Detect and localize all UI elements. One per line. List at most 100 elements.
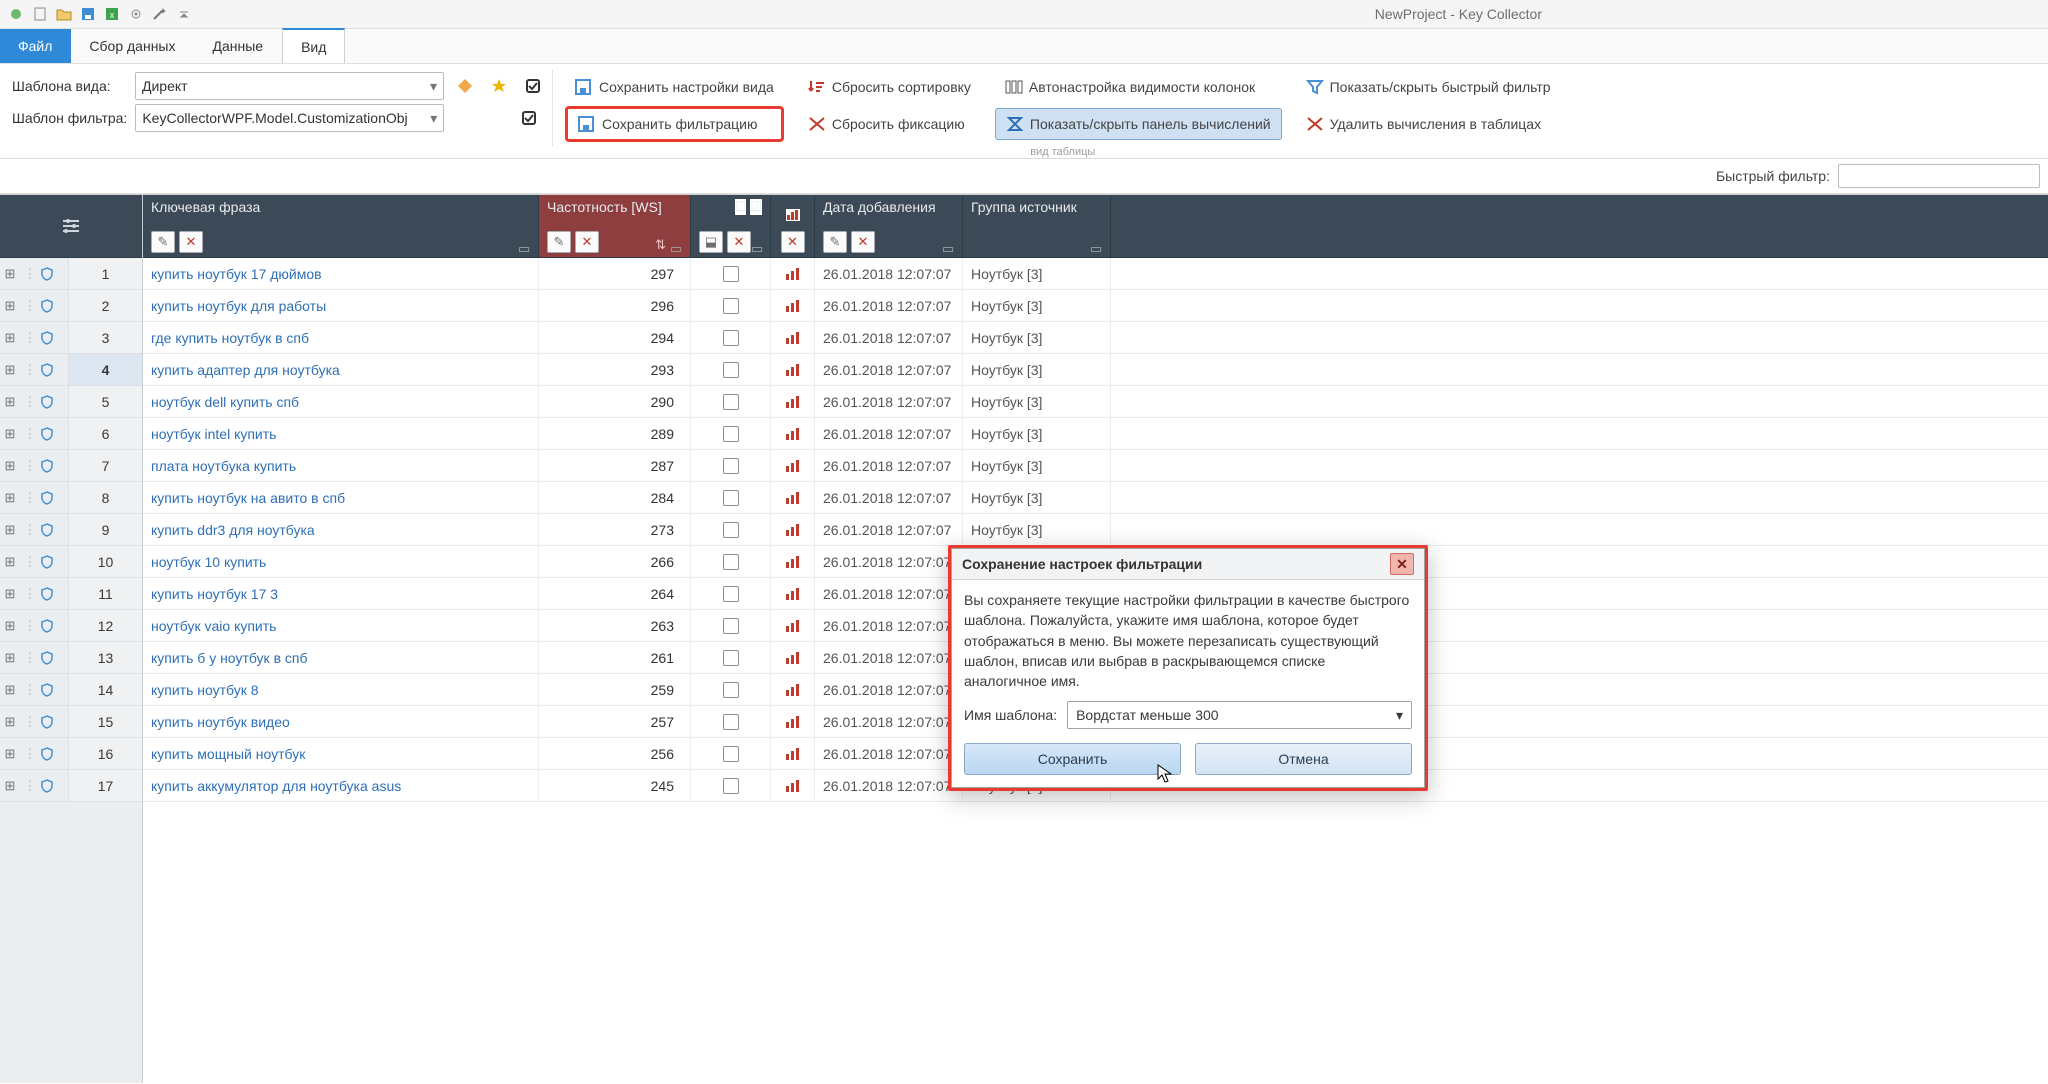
table-row[interactable]: купить ddr3 для ноутбука27326.01.2018 12… bbox=[143, 514, 2048, 546]
cell-check[interactable] bbox=[691, 482, 771, 513]
gutter-row[interactable]: ⊞⋮14 bbox=[0, 674, 142, 706]
expand-icon[interactable]: ⊞ bbox=[0, 714, 20, 730]
cell-phrase[interactable]: купить б у ноутбук в спб bbox=[143, 642, 539, 673]
reset-sort-button[interactable]: Сбросить сортировку bbox=[798, 72, 981, 102]
star-icon[interactable] bbox=[486, 73, 512, 99]
drag-handle-icon[interactable]: ⋮ bbox=[20, 298, 40, 314]
col-tool-icon[interactable]: ⬓ bbox=[699, 231, 723, 253]
check-save-icon[interactable] bbox=[520, 73, 546, 99]
drag-handle-icon[interactable]: ⋮ bbox=[20, 746, 40, 762]
expand-icon[interactable]: ⊞ bbox=[0, 618, 20, 634]
toggle-calc-panel-button[interactable]: Показать/скрыть панель вычислений bbox=[995, 108, 1282, 140]
col-menu-icon[interactable]: ▭ bbox=[942, 241, 954, 253]
gutter-row[interactable]: ⊞⋮16 bbox=[0, 738, 142, 770]
sort-asc-icon[interactable]: ⇅ bbox=[655, 237, 666, 253]
gutter-row[interactable]: ⊞⋮8 bbox=[0, 482, 142, 514]
gutter-row[interactable]: ⊞⋮13 bbox=[0, 642, 142, 674]
view-template-combo[interactable]: Директ ▾ bbox=[135, 72, 444, 100]
reset-fixation-button[interactable]: Сбросить фиксацию bbox=[798, 109, 981, 139]
cell-check[interactable] bbox=[691, 418, 771, 449]
row-checkbox[interactable] bbox=[723, 746, 739, 762]
cell-check[interactable] bbox=[691, 738, 771, 769]
settings-icon[interactable] bbox=[126, 4, 146, 24]
excel-icon[interactable]: x bbox=[102, 4, 122, 24]
cell-phrase[interactable]: плата ноутбука купить bbox=[143, 450, 539, 481]
gutter-row[interactable]: ⊞⋮4 bbox=[0, 354, 142, 386]
col-clear-icon[interactable]: ✕ bbox=[851, 231, 875, 253]
save-view-settings-button[interactable]: Сохранить настройки вида bbox=[565, 72, 784, 102]
save-filtration-button[interactable]: Сохранить фильтрацию bbox=[565, 106, 784, 142]
cell-chart[interactable] bbox=[771, 770, 815, 801]
expand-icon[interactable]: ⊞ bbox=[0, 394, 20, 410]
table-row[interactable]: плата ноутбука купить28726.01.2018 12:07… bbox=[143, 450, 2048, 482]
col-clear-icon[interactable]: ✕ bbox=[179, 231, 203, 253]
cell-chart[interactable] bbox=[771, 738, 815, 769]
table-row[interactable]: купить ноутбук на авито в спб28426.01.20… bbox=[143, 482, 2048, 514]
gutter-row[interactable]: ⊞⋮2 bbox=[0, 290, 142, 322]
expand-icon[interactable]: ⊞ bbox=[0, 650, 20, 666]
expand-icon[interactable]: ⊞ bbox=[0, 586, 20, 602]
drag-handle-icon[interactable]: ⋮ bbox=[20, 266, 40, 282]
menu-data[interactable]: Данные bbox=[195, 29, 283, 63]
drag-handle-icon[interactable]: ⋮ bbox=[20, 458, 40, 474]
new-doc-icon[interactable] bbox=[30, 4, 50, 24]
diamond-orange-icon[interactable] bbox=[452, 73, 478, 99]
cell-check[interactable] bbox=[691, 354, 771, 385]
expand-icon[interactable]: ⊞ bbox=[0, 330, 20, 346]
col-check-tool-icon[interactable]: ☐ bbox=[735, 199, 747, 215]
cell-check[interactable] bbox=[691, 322, 771, 353]
row-checkbox[interactable] bbox=[723, 554, 739, 570]
cell-chart[interactable] bbox=[771, 578, 815, 609]
expand-icon[interactable]: ⊞ bbox=[0, 682, 20, 698]
col-menu-icon[interactable]: ▭ bbox=[1090, 241, 1102, 253]
cell-phrase[interactable]: купить адаптер для ноутбука bbox=[143, 354, 539, 385]
row-checkbox[interactable] bbox=[723, 522, 739, 538]
row-checkbox[interactable] bbox=[723, 714, 739, 730]
cell-chart[interactable] bbox=[771, 322, 815, 353]
cell-chart[interactable] bbox=[771, 514, 815, 545]
cell-phrase[interactable]: где купить ноутбук в спб bbox=[143, 322, 539, 353]
drag-handle-icon[interactable]: ⋮ bbox=[20, 394, 40, 410]
drag-handle-icon[interactable]: ⋮ bbox=[20, 426, 40, 442]
dialog-titlebar[interactable]: Сохранение настроек фильтрации ✕ bbox=[952, 549, 1424, 580]
row-checkbox[interactable] bbox=[723, 618, 739, 634]
cell-check[interactable] bbox=[691, 770, 771, 801]
remove-table-calcs-button[interactable]: Удалить вычисления в таблицах bbox=[1296, 109, 1561, 139]
row-checkbox[interactable] bbox=[723, 586, 739, 602]
col-ws-header[interactable]: Частотность [WS] ✎ ✕ ⇅ ▭ bbox=[539, 195, 691, 257]
open-folder-icon[interactable] bbox=[54, 4, 74, 24]
row-checkbox[interactable] bbox=[723, 362, 739, 378]
col-clear-icon[interactable]: ✕ bbox=[575, 231, 599, 253]
drag-handle-icon[interactable]: ⋮ bbox=[20, 778, 40, 794]
drag-handle-icon[interactable]: ⋮ bbox=[20, 330, 40, 346]
cell-phrase[interactable]: купить ноутбук 8 bbox=[143, 674, 539, 705]
col-check-tool-icon[interactable]: ☑ bbox=[750, 199, 762, 215]
col-tool-icon[interactable]: ✎ bbox=[547, 231, 571, 253]
expand-icon[interactable]: ⊞ bbox=[0, 778, 20, 794]
gutter-row[interactable]: ⊞⋮7 bbox=[0, 450, 142, 482]
row-checkbox[interactable] bbox=[723, 650, 739, 666]
dialog-save-button[interactable]: Сохранить bbox=[964, 743, 1181, 775]
expand-icon[interactable]: ⊞ bbox=[0, 362, 20, 378]
table-row[interactable]: где купить ноутбук в спб29426.01.2018 12… bbox=[143, 322, 2048, 354]
menu-data-collection[interactable]: Сбор данных bbox=[71, 29, 194, 63]
auto-column-visibility-button[interactable]: Автонастройка видимости колонок bbox=[995, 72, 1282, 102]
cell-chart[interactable] bbox=[771, 610, 815, 641]
cell-check[interactable] bbox=[691, 386, 771, 417]
col-phrase-header[interactable]: Ключевая фраза ✎ ✕ ▭ bbox=[143, 195, 539, 257]
cell-check[interactable] bbox=[691, 514, 771, 545]
cell-phrase[interactable]: купить ноутбук видео bbox=[143, 706, 539, 737]
cell-chart[interactable] bbox=[771, 706, 815, 737]
row-checkbox[interactable] bbox=[723, 458, 739, 474]
row-checkbox[interactable] bbox=[723, 298, 739, 314]
table-row[interactable]: купить ноутбук 17 дюймов29726.01.2018 12… bbox=[143, 258, 2048, 290]
filter-template-combo[interactable]: KeyCollectorWPF.Model.CustomizationObj ▾ bbox=[135, 104, 444, 132]
cell-phrase[interactable]: купить ноутбук на авито в спб bbox=[143, 482, 539, 513]
cell-phrase[interactable]: ноутбук dell купить спб bbox=[143, 386, 539, 417]
drag-handle-icon[interactable]: ⋮ bbox=[20, 714, 40, 730]
cell-chart[interactable] bbox=[771, 674, 815, 705]
table-row[interactable]: ноутбук dell купить спб29026.01.2018 12:… bbox=[143, 386, 2048, 418]
cell-phrase[interactable]: ноутбук intel купить bbox=[143, 418, 539, 449]
cell-check[interactable] bbox=[691, 642, 771, 673]
drag-handle-icon[interactable]: ⋮ bbox=[20, 586, 40, 602]
